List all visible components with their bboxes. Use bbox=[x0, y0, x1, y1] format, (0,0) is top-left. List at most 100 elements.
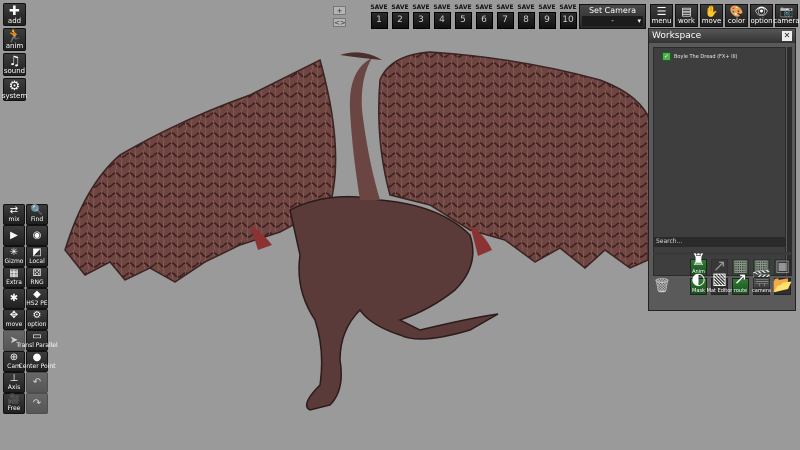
save-label: SAVE bbox=[538, 4, 556, 11]
play-icon: ▶ bbox=[10, 229, 18, 241]
tool-gizmo-button[interactable]: ✳ Gizmo bbox=[3, 246, 25, 267]
tool-center-point-button[interactable]: ● Center Point bbox=[19, 351, 56, 372]
button-label: option bbox=[750, 17, 773, 25]
tool-free-button[interactable]: 🎥 Free bbox=[3, 393, 25, 414]
plus-icon: ✚ bbox=[9, 3, 20, 19]
cam-plus-icon: ⊕ bbox=[9, 352, 19, 363]
save-label: SAVE bbox=[496, 4, 514, 11]
tool-play-button[interactable]: ▶ bbox=[3, 225, 25, 246]
top-work-button[interactable]: ▤ work bbox=[675, 4, 698, 27]
clapper-icon: 3 bbox=[412, 12, 430, 29]
set-camera-title: Set Camera bbox=[588, 6, 637, 15]
camera-lens-icon: ◉ bbox=[32, 229, 42, 241]
folder-icon: 📂 bbox=[772, 275, 793, 294]
tool-move-button[interactable]: ✥ move bbox=[3, 309, 25, 330]
button-label: system bbox=[1, 91, 28, 100]
button-label: HS2 PE bbox=[26, 300, 48, 307]
clapper-icon: 7 bbox=[496, 12, 514, 29]
workspace-title: Workspace bbox=[652, 31, 702, 41]
save-slot-7[interactable]: SAVE 7 bbox=[496, 4, 514, 30]
gears-icon: ⚙ bbox=[8, 78, 21, 94]
save-slot-4[interactable]: SAVE 4 bbox=[433, 4, 451, 30]
route-icon: ↗ bbox=[733, 269, 748, 288]
sidebar-add-button[interactable]: ✚ add bbox=[3, 3, 26, 26]
tool-redo-button[interactable]: ↷ bbox=[26, 393, 48, 414]
sidebar-anim-button[interactable]: 🏃 anim bbox=[3, 28, 26, 51]
workspace-scrollbar[interactable] bbox=[787, 47, 792, 276]
set-camera-select[interactable]: - ▾ bbox=[582, 16, 643, 26]
button-label: move bbox=[5, 321, 23, 328]
top-option-button[interactable]: 👁 option bbox=[750, 4, 773, 27]
anim-icon: ♜ bbox=[691, 250, 706, 269]
chevron-down-icon: ▾ bbox=[637, 17, 641, 25]
slot-number: 3 bbox=[418, 15, 424, 25]
trash-icon[interactable]: 🗑 bbox=[653, 278, 671, 294]
list-item[interactable]: ✓ Boyle The Dread (FX+ III) bbox=[662, 52, 738, 61]
extra-icon: ▦ bbox=[9, 268, 19, 279]
tool-rng-button[interactable]: ⚄ RNG bbox=[26, 267, 48, 288]
workspace-camera-button[interactable]: 🎬 camera bbox=[752, 269, 771, 295]
tool-undo-button[interactable]: ↶ bbox=[26, 372, 48, 393]
clapper-icon: 5 bbox=[454, 12, 472, 29]
sidebar-system-button[interactable]: ⚙ system bbox=[1, 78, 28, 101]
add-mini-button[interactable]: + bbox=[333, 6, 346, 15]
tool-transl-parallel-button[interactable]: ▭ Transl Parallel bbox=[16, 330, 58, 351]
tool-hs2-pe-button[interactable]: ◆ HS2 PE bbox=[26, 288, 48, 309]
close-icon[interactable]: ✕ bbox=[782, 31, 792, 41]
top-menu-button[interactable]: ☰ menu bbox=[650, 4, 673, 27]
button-label: Axis bbox=[7, 384, 21, 391]
slot-number: 4 bbox=[439, 15, 445, 25]
workspace-film-button[interactable]: ▣ bbox=[774, 256, 791, 276]
save-label: SAVE bbox=[391, 4, 409, 11]
save-slot-9[interactable]: SAVE 9 bbox=[538, 4, 556, 30]
save-slot-5[interactable]: SAVE 5 bbox=[454, 4, 472, 30]
toggle-mini-button[interactable]: <> bbox=[333, 18, 346, 27]
gizmo-icon: ✳ bbox=[9, 247, 19, 258]
save-label: SAVE bbox=[559, 4, 577, 11]
search-input[interactable]: Search... bbox=[653, 237, 786, 247]
workspace-mat-editor-button[interactable]: ▧ Mat Editor bbox=[707, 269, 732, 295]
clapper-icon: 🎬 bbox=[751, 269, 772, 288]
top-move-button[interactable]: ✋ move bbox=[700, 4, 723, 27]
button-label: Mat Editor bbox=[706, 288, 733, 294]
save-slot-10[interactable]: SAVE 10 bbox=[559, 4, 577, 30]
checkbox-icon[interactable]: ✓ bbox=[662, 52, 671, 61]
tool-find-button[interactable]: 🔍 Find bbox=[26, 204, 48, 225]
top-color-button[interactable]: 🎨 color bbox=[725, 4, 748, 27]
workspace-mask-button[interactable]: ◐ Mask bbox=[690, 269, 707, 295]
tool-local-button[interactable]: ◩ Local bbox=[26, 246, 48, 267]
mask-icon: ◐ bbox=[691, 269, 706, 288]
workspace-folder-button[interactable]: 📂 bbox=[772, 275, 793, 295]
tool-extra-button[interactable]: ▦ Extra bbox=[3, 267, 25, 288]
tool-option-button[interactable]: ⚙ option bbox=[26, 309, 48, 330]
panel-divider bbox=[653, 252, 791, 255]
tool-mix-button[interactable]: ⇄ mix bbox=[3, 204, 25, 225]
save-slot-3[interactable]: SAVE 3 bbox=[412, 4, 430, 30]
button-label: menu bbox=[651, 17, 672, 25]
tool-puzzle-button[interactable]: ✱ bbox=[3, 288, 25, 309]
button-label: RNG bbox=[30, 279, 44, 286]
free-cam-icon: 🎥 bbox=[7, 394, 21, 405]
clapper-icon: 4 bbox=[433, 12, 451, 29]
hs2pe-icon: ◆ bbox=[33, 289, 41, 300]
tool-axis-button[interactable]: ⊥ Axis bbox=[3, 372, 25, 393]
axis-icon: ⊥ bbox=[9, 373, 19, 384]
set-camera-value: - bbox=[611, 17, 614, 25]
sidebar-sound-button[interactable]: ♫ sound bbox=[3, 53, 26, 76]
tool-camera-lens-button[interactable]: ◉ bbox=[26, 225, 48, 246]
workspace-header[interactable]: Workspace ✕ bbox=[649, 29, 795, 43]
clapper-icon: 2 bbox=[391, 12, 409, 29]
button-label: anim bbox=[5, 41, 24, 50]
save-slot-1[interactable]: SAVE 1 bbox=[370, 4, 388, 30]
save-slot-6[interactable]: SAVE 6 bbox=[475, 4, 493, 30]
button-label: Gizmo bbox=[4, 258, 24, 265]
workspace-route-button[interactable]: ↗ route bbox=[732, 269, 749, 295]
save-slot-8[interactable]: SAVE 8 bbox=[517, 4, 535, 30]
slot-number: 9 bbox=[544, 15, 550, 25]
top-camera-button[interactable]: 📷 camera bbox=[773, 4, 800, 27]
item-name: Boyle The Dread (FX+ III) bbox=[674, 53, 738, 60]
save-slot-2[interactable]: SAVE 2 bbox=[391, 4, 409, 30]
slot-number: 6 bbox=[481, 15, 487, 25]
save-label: SAVE bbox=[517, 4, 535, 11]
save-label: SAVE bbox=[412, 4, 430, 11]
